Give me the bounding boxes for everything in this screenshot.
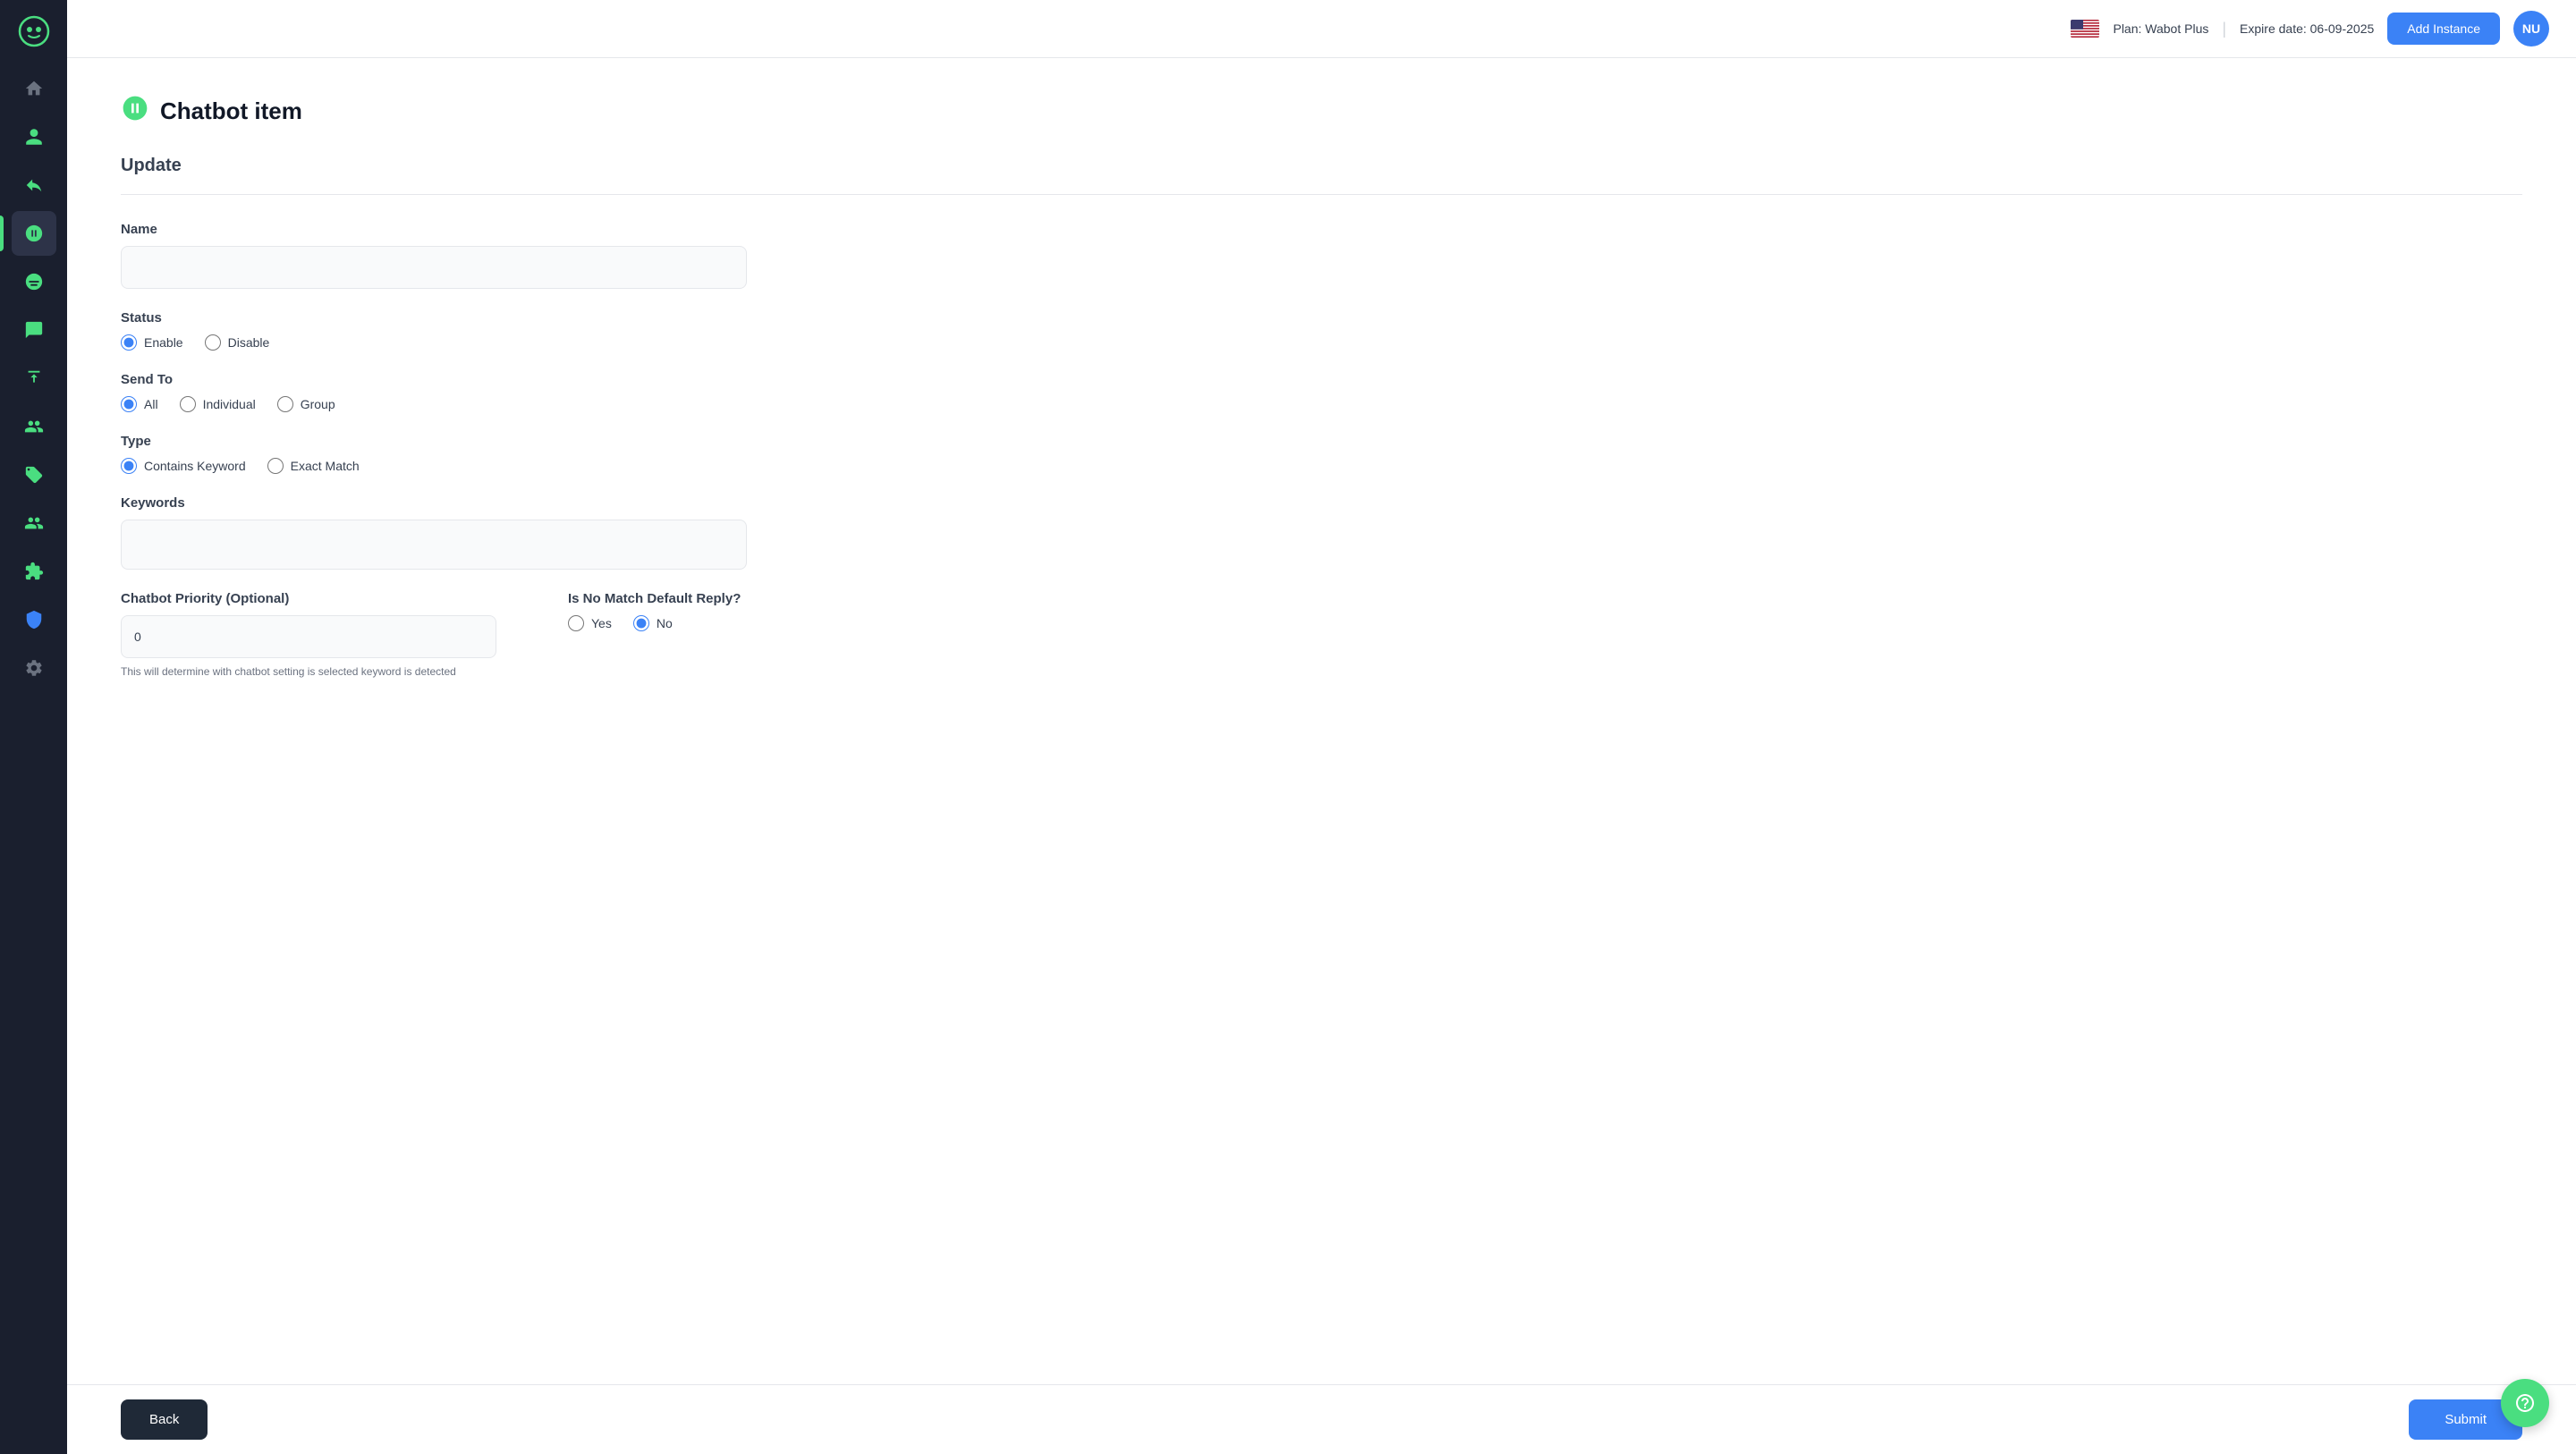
status-disable-radio[interactable] [205, 334, 221, 351]
priority-field-group: Chatbot Priority (Optional) This will de… [121, 591, 496, 678]
main-wrapper: Plan: Wabot Plus | Expire date: 06-09-20… [67, 0, 2576, 1454]
send-to-all-option[interactable]: All [121, 396, 158, 412]
keywords-label: Keywords [121, 495, 2522, 511]
name-field-group: Name [121, 222, 2522, 289]
sidebar-item-plugins[interactable] [0, 549, 67, 594]
no-match-label: Is No Match Default Reply? [568, 591, 836, 606]
section-divider [121, 194, 2522, 195]
sidebar [0, 0, 67, 1454]
expire-text: Expire date: 06-09-2025 [2240, 21, 2374, 36]
sidebar-item-replies[interactable] [0, 163, 67, 207]
sidebar-item-groups[interactable] [0, 501, 67, 545]
sidebar-item-shield[interactable] [0, 597, 67, 642]
status-disable-option[interactable]: Disable [205, 334, 270, 351]
send-to-individual-option[interactable]: Individual [180, 396, 256, 412]
status-disable-label: Disable [228, 335, 270, 350]
type-contains-label: Contains Keyword [144, 459, 246, 473]
name-input[interactable] [121, 246, 747, 289]
main-content: Chatbot item Update Name Status Enable D… [67, 58, 2576, 1384]
priority-hint: This will determine with chatbot setting… [121, 665, 496, 678]
status-enable-radio[interactable] [121, 334, 137, 351]
sidebar-item-tags[interactable] [0, 452, 67, 497]
page-header: Chatbot item [121, 94, 2522, 129]
send-to-individual-label: Individual [203, 397, 256, 411]
status-enable-label: Enable [144, 335, 183, 350]
app-logo [12, 9, 56, 54]
flag-icon [2071, 20, 2099, 38]
no-match-yes-option[interactable]: Yes [568, 615, 612, 631]
sidebar-item-home[interactable] [0, 66, 67, 111]
send-to-radio-group: All Individual Group [121, 396, 2522, 412]
send-to-group-radio[interactable] [277, 396, 293, 412]
send-to-all-label: All [144, 397, 158, 411]
keywords-input[interactable] [121, 520, 747, 570]
priority-label: Chatbot Priority (Optional) [121, 591, 496, 606]
status-radio-group: Enable Disable [121, 334, 2522, 351]
no-match-yes-radio[interactable] [568, 615, 584, 631]
status-field-group: Status Enable Disable [121, 310, 2522, 351]
active-indicator [0, 216, 4, 251]
send-to-all-radio[interactable] [121, 396, 137, 412]
send-to-label: Send To [121, 372, 2522, 387]
page-icon [121, 94, 149, 129]
no-match-no-label: No [657, 616, 673, 630]
bottom-bar: Back Submit [67, 1384, 2576, 1454]
sidebar-item-settings[interactable] [0, 646, 67, 690]
send-to-individual-radio[interactable] [180, 396, 196, 412]
header-divider: | [2222, 20, 2226, 38]
sidebar-item-chatbot[interactable] [0, 211, 67, 256]
type-exact-label: Exact Match [291, 459, 360, 473]
type-contains-option[interactable]: Contains Keyword [121, 458, 246, 474]
sidebar-item-team[interactable] [0, 404, 67, 449]
send-to-group-label: Group [301, 397, 335, 411]
priority-col: Chatbot Priority (Optional) This will de… [121, 591, 496, 699]
sidebar-item-contacts[interactable] [0, 114, 67, 159]
sidebar-item-chat[interactable] [0, 308, 67, 352]
status-label: Status [121, 310, 2522, 325]
no-match-radio-group: Yes No [568, 615, 836, 631]
keywords-field-group: Keywords [121, 495, 2522, 570]
sidebar-item-broadcast[interactable] [0, 259, 67, 304]
page-title: Chatbot item [160, 97, 302, 125]
type-radio-group: Contains Keyword Exact Match [121, 458, 2522, 474]
section-title: Update [121, 156, 2522, 176]
help-button[interactable] [2501, 1379, 2549, 1427]
send-to-group-option[interactable]: Group [277, 396, 335, 412]
status-enable-option[interactable]: Enable [121, 334, 183, 351]
plan-text: Plan: Wabot Plus [2113, 21, 2208, 36]
sidebar-item-export[interactable] [0, 356, 67, 401]
type-contains-radio[interactable] [121, 458, 137, 474]
no-match-yes-label: Yes [591, 616, 612, 630]
type-label: Type [121, 434, 2522, 449]
header: Plan: Wabot Plus | Expire date: 06-09-20… [67, 0, 2576, 58]
type-exact-option[interactable]: Exact Match [267, 458, 360, 474]
name-label: Name [121, 222, 2522, 237]
type-field-group: Type Contains Keyword Exact Match [121, 434, 2522, 474]
priority-input[interactable] [121, 615, 496, 658]
add-instance-button[interactable]: Add Instance [2387, 13, 2500, 45]
no-match-col: Is No Match Default Reply? Yes No [568, 591, 836, 653]
no-match-no-radio[interactable] [633, 615, 649, 631]
type-exact-radio[interactable] [267, 458, 284, 474]
no-match-no-option[interactable]: No [633, 615, 673, 631]
bottom-fields-row: Chatbot Priority (Optional) This will de… [121, 591, 2522, 699]
user-avatar[interactable]: NU [2513, 11, 2549, 46]
no-match-field-group: Is No Match Default Reply? Yes No [568, 591, 836, 631]
send-to-field-group: Send To All Individual Group [121, 372, 2522, 412]
back-button[interactable]: Back [121, 1399, 208, 1440]
